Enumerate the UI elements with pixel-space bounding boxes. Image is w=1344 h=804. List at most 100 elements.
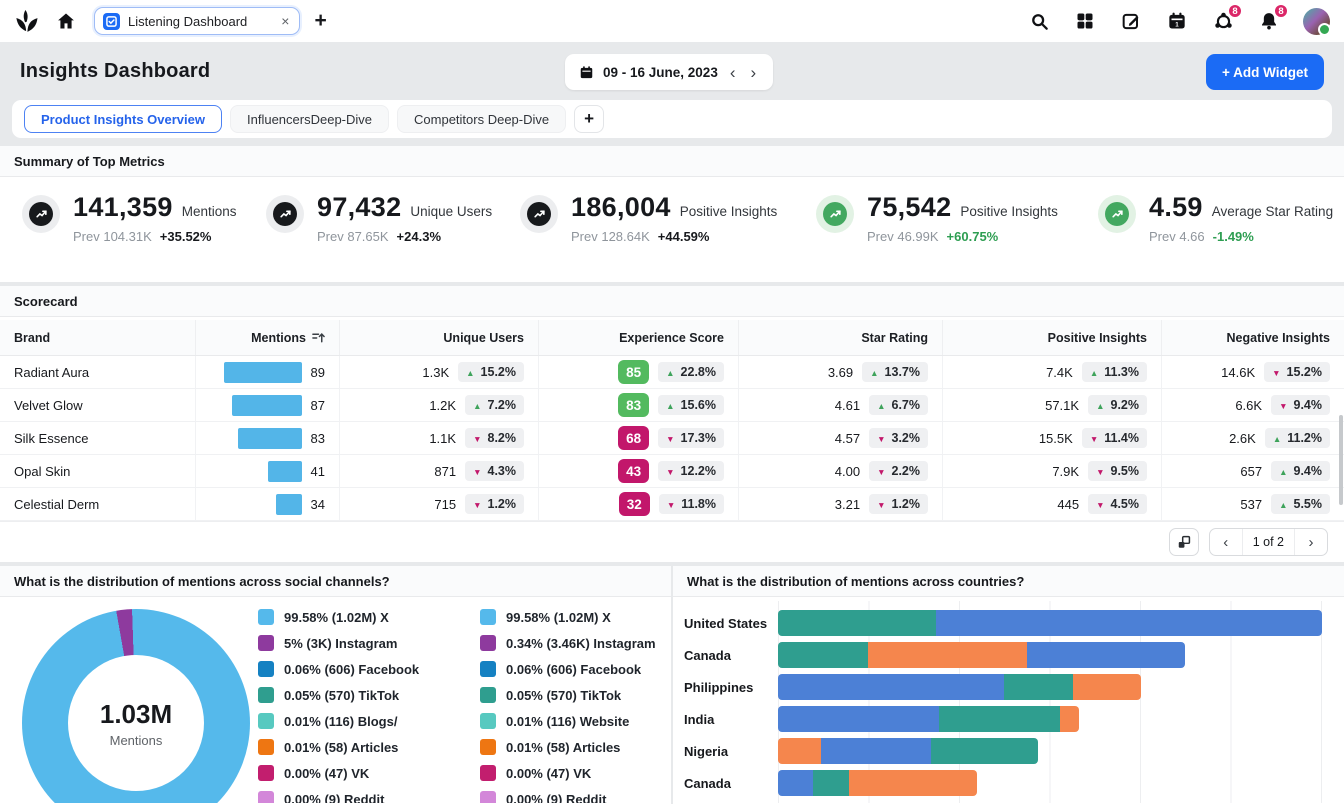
trend-arrow-icon — [877, 399, 885, 412]
channels-question: What is the distribution of mentions acr… — [0, 566, 671, 597]
table-row: Velvet Glow 87 1.2K7.2% 8315.6% 4.616.7%… — [0, 389, 1344, 422]
legend-swatch — [480, 635, 496, 651]
legend-swatch — [258, 609, 274, 625]
dashboard-tabs: Product Insights Overview InfluencersDee… — [12, 100, 1332, 138]
mentions-bar — [224, 362, 302, 383]
user-avatar[interactable] — [1303, 8, 1330, 35]
legend-label: 0.01% (116) Blogs/ — [284, 714, 397, 729]
metric-value: 75,542 — [867, 192, 951, 223]
score-badge: 85 — [618, 360, 649, 384]
calendar-icon[interactable]: 1 — [1165, 9, 1189, 33]
legend-item[interactable]: 0.00% (9) Reddit — [258, 791, 454, 803]
metric-prev: Prev 128.64K — [571, 229, 650, 244]
legend-label: 0.34% (3.46K) Instagram — [506, 636, 656, 651]
trend-pill: 11.3% — [1082, 362, 1147, 382]
add-tab-button[interactable]: + — [574, 105, 604, 133]
tab-competitors-deep-dive[interactable]: Competitors Deep-Dive — [397, 105, 566, 133]
star-rating-cell: 4.573.2% — [738, 422, 942, 454]
col-negative-insights: Negative Insights — [1161, 320, 1344, 355]
country-row: Canada — [684, 770, 1344, 796]
legend-label: 99.58% (1.02M) X — [506, 610, 611, 625]
legend-swatch — [480, 739, 496, 755]
stacked-bar — [778, 706, 1079, 732]
metric-prev: Prev 104.31K — [73, 229, 152, 244]
legend-item[interactable]: 5% (3K) Instagram — [258, 635, 454, 651]
country-row: Canada — [684, 642, 1344, 668]
legend-item[interactable]: 0.01% (116) Blogs/ — [258, 713, 454, 729]
score-badge: 43 — [618, 459, 649, 483]
add-widget-button[interactable]: + Add Widget — [1206, 54, 1324, 90]
trend-icon — [520, 195, 558, 233]
trend-arrow-icon — [1279, 399, 1287, 412]
scorecard-card: Scorecard Brand Mentions Unique Users Ex… — [0, 286, 1344, 562]
country-row: Nigeria — [684, 738, 1344, 764]
unique-users-cell: 8714.3% — [339, 455, 538, 487]
col-unique-users: Unique Users — [339, 320, 538, 355]
trend-arrow-icon — [877, 465, 885, 478]
notifications-bell-icon[interactable]: 8 — [1257, 9, 1281, 33]
date-prev-chevron-icon[interactable]: ‹ — [727, 64, 739, 81]
table-row: Celestial Derm 34 7151.2% 3211.8% 3.211.… — [0, 488, 1344, 521]
search-icon[interactable] — [1027, 9, 1051, 33]
page-header: Insights Dashboard 09 - 16 June, 2023 ‹ … — [0, 42, 1344, 100]
legend-swatch — [480, 661, 496, 677]
vertical-scrollbar[interactable] — [1339, 415, 1343, 505]
bar-segment — [778, 674, 1004, 700]
home-icon[interactable] — [54, 9, 78, 33]
trend-arrow-icon — [1096, 399, 1104, 412]
tab-close-icon[interactable]: × — [281, 13, 289, 29]
metric-label: Positive Insights — [680, 204, 778, 219]
legend-item[interactable]: 0.01% (58) Articles — [258, 739, 454, 755]
bar-segment — [868, 642, 1027, 668]
trend-arrow-icon — [1279, 498, 1287, 511]
date-range-picker[interactable]: 09 - 16 June, 2023 ‹ › — [565, 54, 773, 90]
legend-item[interactable]: 0.01% (58) Articles — [480, 739, 671, 755]
country-label: India — [684, 712, 778, 727]
trend-pill: 4.3% — [465, 461, 524, 481]
sort-asc-icon[interactable] — [312, 332, 325, 344]
legend-item[interactable]: 99.58% (1.02M) X — [480, 609, 671, 625]
channels-legends: 99.58% (1.02M) X 5% (3K) Instagram 0.06%… — [258, 609, 671, 803]
trend-arrow-icon — [870, 366, 878, 379]
legend-label: 0.00% (9) Reddit — [506, 792, 606, 804]
expand-widget-button[interactable] — [1169, 528, 1199, 556]
metric-positive-insights-2: 75,542Positive Insights Prev 46.99K+60.7… — [816, 192, 1058, 244]
positive-insights-cell: 7.9K9.5% — [942, 455, 1161, 487]
negative-insights-cell: 6579.4% — [1161, 455, 1344, 487]
legend-item[interactable]: 0.01% (116) Website — [480, 713, 671, 729]
metric-change: +35.52% — [160, 229, 212, 244]
legend-item[interactable]: 0.00% (47) VK — [258, 765, 454, 781]
bar-segment — [821, 738, 931, 764]
col-brand: Brand — [0, 320, 195, 355]
metric-value: 141,359 — [73, 192, 173, 223]
trend-icon — [1098, 195, 1136, 233]
brand-cell: Celestial Derm — [0, 488, 195, 520]
score-badge: 83 — [618, 393, 649, 417]
legend-item[interactable]: 0.00% (9) Reddit — [480, 791, 671, 803]
page-prev-chevron-icon[interactable]: ‹ — [1210, 534, 1242, 551]
new-tab-icon[interactable]: + — [314, 9, 326, 33]
tab-product-insights-overview[interactable]: Product Insights Overview — [24, 105, 222, 133]
channels-body: 1.03M Mentions 99.58% (1.02M) X 5% (3K) … — [0, 597, 671, 803]
legend-item[interactable]: 0.05% (570) TikTok — [480, 687, 671, 703]
date-next-chevron-icon[interactable]: › — [748, 64, 760, 81]
apps-grid-icon[interactable] — [1073, 9, 1097, 33]
brand-cell: Silk Essence — [0, 422, 195, 454]
legend-item[interactable]: 99.58% (1.02M) X — [258, 609, 454, 625]
legend-item[interactable]: 0.34% (3.46K) Instagram — [480, 635, 671, 651]
trend-pill: 9.4% — [1271, 461, 1330, 481]
bar-segment — [931, 738, 1038, 764]
metric-mentions: 141,359Mentions Prev 104.31K+35.52% — [22, 192, 236, 244]
trend-arrow-icon — [473, 399, 481, 412]
compose-icon[interactable] — [1119, 9, 1143, 33]
community-icon[interactable]: 8 — [1211, 9, 1235, 33]
legend-item[interactable]: 0.06% (606) Facebook — [258, 661, 454, 677]
legend-item[interactable]: 0.06% (606) Facebook — [480, 661, 671, 677]
legend-item[interactable]: 0.05% (570) TikTok — [258, 687, 454, 703]
tab-influencers-deep-dive[interactable]: InfluencersDeep-Dive — [230, 105, 389, 133]
page-next-chevron-icon[interactable]: › — [1295, 534, 1327, 551]
product-tab-listening-dashboard[interactable]: Listening Dashboard × — [94, 7, 300, 35]
legend-label: 0.01% (58) Articles — [284, 740, 398, 755]
legend-item[interactable]: 0.00% (47) VK — [480, 765, 671, 781]
col-mentions[interactable]: Mentions — [195, 320, 339, 355]
